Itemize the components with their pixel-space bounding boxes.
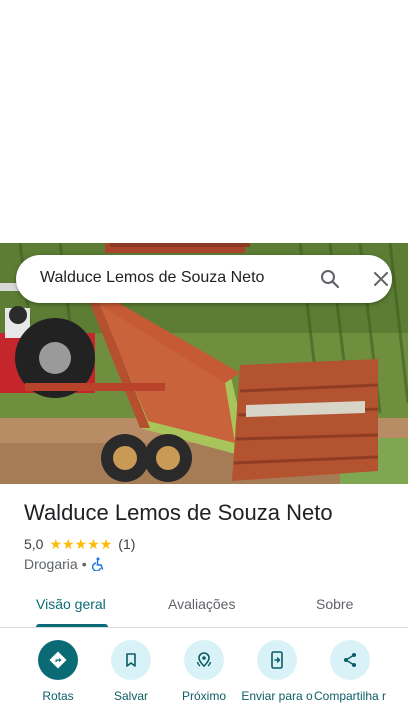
- star-icon: ★: [62, 536, 75, 552]
- wheelchair-accessible-icon: [91, 557, 105, 572]
- tab-indicator: [36, 624, 108, 627]
- star-rating: ★ ★ ★ ★ ★: [49, 537, 112, 551]
- share-icon: [330, 640, 370, 680]
- tab-reviews[interactable]: Avaliações: [168, 596, 235, 612]
- search-icon[interactable]: [318, 267, 342, 291]
- nearby-icon: [184, 640, 224, 680]
- send-to-phone-label: Enviar para o: [241, 689, 313, 703]
- nearby-label: Próximo: [181, 689, 226, 703]
- nearby-button[interactable]: Próximo: [164, 640, 244, 703]
- action-bar: Rotas Salvar Próximo Enviar para o Compa…: [0, 640, 408, 726]
- place-title: Walduce Lemos de Souza Neto: [24, 500, 333, 525]
- save-button[interactable]: Salvar: [91, 640, 171, 703]
- star-icon: ★: [49, 536, 63, 552]
- review-count[interactable]: (1): [118, 536, 135, 552]
- rating-row[interactable]: 5,0 ★ ★ ★ ★ ★ (1): [24, 536, 135, 552]
- tab-overview[interactable]: Visão geral: [36, 596, 106, 612]
- tab-about[interactable]: Sobre: [316, 596, 353, 612]
- separator: •: [81, 556, 87, 572]
- close-icon[interactable]: [369, 267, 393, 291]
- directions-label: Rotas: [42, 689, 74, 703]
- star-icon: ★: [74, 536, 88, 552]
- rating-value: 5,0: [24, 536, 44, 552]
- bookmark-icon: [111, 640, 151, 680]
- tab-bar: Visão geral Avaliações Sobre: [0, 584, 408, 628]
- save-label: Salvar: [113, 689, 148, 703]
- directions-icon: [38, 640, 78, 680]
- send-to-phone-button[interactable]: Enviar para o: [237, 640, 317, 703]
- send-to-phone-icon: [257, 640, 297, 680]
- share-button[interactable]: Compartilha r: [310, 640, 390, 703]
- star-icon: ★: [87, 536, 100, 552]
- map-area[interactable]: [0, 0, 408, 243]
- star-icon: ★: [99, 536, 113, 552]
- share-label: Compartilha r: [313, 689, 387, 703]
- category-row: Drogaria •: [24, 556, 105, 572]
- place-category: Drogaria: [24, 556, 78, 572]
- search-input[interactable]: Walduce Lemos de Souza Neto: [40, 269, 264, 287]
- search-bar[interactable]: Walduce Lemos de Souza Neto: [16, 255, 392, 303]
- directions-button[interactable]: Rotas: [18, 640, 98, 703]
